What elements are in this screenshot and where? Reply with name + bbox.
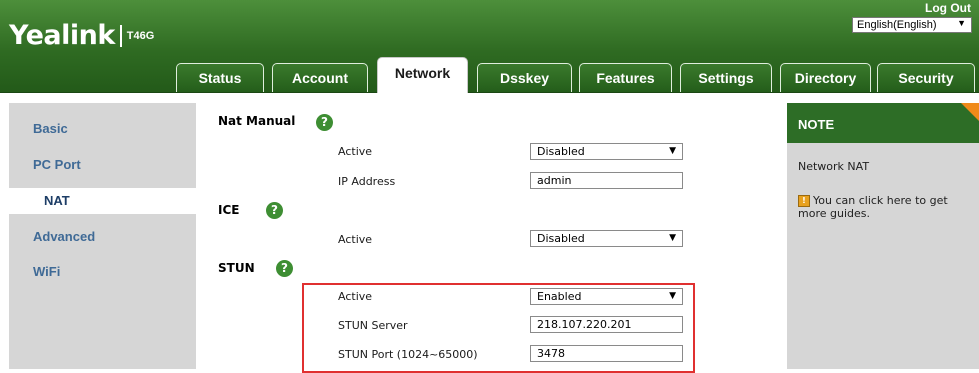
sidebar-item-wifi[interactable]: WiFi bbox=[9, 259, 196, 285]
brand-separator bbox=[119, 24, 122, 47]
tab-account[interactable]: Account bbox=[272, 63, 368, 92]
sidebar-item-nat[interactable]: NAT bbox=[9, 188, 196, 214]
tab-settings[interactable]: Settings bbox=[680, 63, 772, 92]
brand-name: Yealink bbox=[9, 20, 115, 51]
help-icon[interactable]: ? bbox=[276, 260, 293, 277]
note-guide-link[interactable]: ! You can click here to get more guides. bbox=[798, 194, 973, 220]
nat-active-label: Active bbox=[338, 145, 373, 158]
help-icon[interactable]: ? bbox=[266, 202, 283, 219]
ice-title: ICE bbox=[218, 203, 240, 217]
ice-active-value: Disabled bbox=[537, 232, 585, 245]
stun-title: STUN bbox=[218, 261, 255, 275]
logout-link[interactable]: Log Out bbox=[925, 1, 971, 15]
stun-server-input[interactable]: 218.107.220.201 bbox=[530, 316, 683, 333]
stun-port-input[interactable]: 3478 bbox=[530, 345, 683, 362]
sidebar-item-basic[interactable]: Basic bbox=[9, 116, 196, 142]
chevron-down-icon: ▼ bbox=[669, 146, 676, 156]
note-panel: NOTE Network NAT ! You can click here to … bbox=[787, 103, 979, 369]
ip-address-label: IP Address bbox=[338, 175, 396, 188]
main-tabs: Status Account Network Dsskey Features S… bbox=[0, 55, 979, 93]
tab-directory[interactable]: Directory bbox=[780, 63, 871, 92]
help-icon[interactable]: ? bbox=[316, 114, 333, 131]
stun-port-label: STUN Port (1024~65000) bbox=[338, 348, 478, 361]
sidebar-item-advanced[interactable]: Advanced bbox=[9, 224, 196, 250]
ice-active-select[interactable]: Disabled ▼ bbox=[530, 230, 683, 247]
tab-dsskey[interactable]: Dsskey bbox=[477, 63, 572, 92]
nat-active-value: Disabled bbox=[537, 145, 585, 158]
sidebar: Basic PC Port NAT Advanced WiFi bbox=[9, 103, 196, 369]
guide-book-icon: ! bbox=[798, 195, 810, 207]
tab-status[interactable]: Status bbox=[176, 63, 264, 92]
stun-server-label: STUN Server bbox=[338, 319, 408, 332]
chevron-down-icon: ▼ bbox=[669, 291, 676, 301]
brand-model: T46G bbox=[126, 29, 155, 42]
ice-active-label: Active bbox=[338, 233, 373, 246]
tab-features[interactable]: Features bbox=[579, 63, 672, 92]
tab-network[interactable]: Network bbox=[377, 57, 468, 93]
chevron-down-icon: ▼ bbox=[669, 233, 676, 243]
note-corner-icon bbox=[961, 103, 979, 121]
sidebar-item-pc-port[interactable]: PC Port bbox=[9, 152, 196, 178]
stun-active-label: Active bbox=[338, 290, 373, 303]
language-select-value: English(English) bbox=[857, 19, 937, 31]
stun-active-value: Enabled bbox=[537, 290, 582, 303]
brand-logo: Yealink T46G bbox=[9, 20, 154, 51]
note-text: Network NAT bbox=[798, 160, 870, 173]
ip-address-input[interactable]: admin bbox=[530, 172, 683, 189]
stun-active-select[interactable]: Enabled ▼ bbox=[530, 288, 683, 305]
note-title: NOTE bbox=[787, 103, 979, 143]
note-guide-text: You can click here to get more guides. bbox=[798, 194, 948, 220]
chevron-down-icon: ▼ bbox=[957, 18, 966, 28]
nat-active-select[interactable]: Disabled ▼ bbox=[530, 143, 683, 160]
nat-manual-title: Nat Manual bbox=[218, 114, 296, 128]
tab-security[interactable]: Security bbox=[877, 63, 975, 92]
top-header: Yealink T46G Log Out English(English) ▼ S… bbox=[0, 0, 979, 93]
language-select[interactable]: English(English) ▼ bbox=[852, 17, 972, 33]
